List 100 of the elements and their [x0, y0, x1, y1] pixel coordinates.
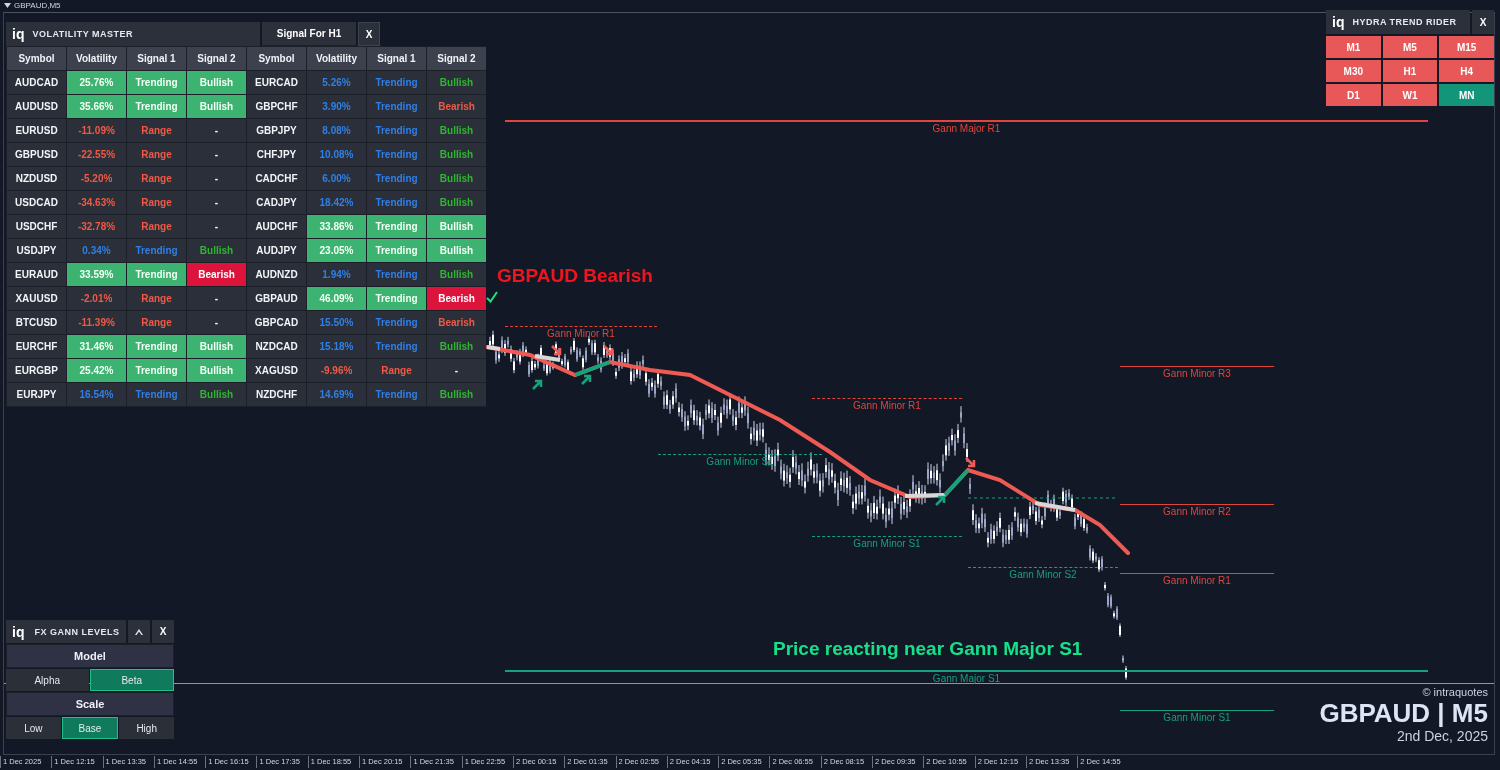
timeframe-button[interactable]: W1 — [1382, 84, 1438, 106]
table-cell: 46.09% — [307, 287, 366, 310]
table-cell: AUDCHF — [247, 215, 306, 238]
close-button[interactable]: X — [1472, 10, 1494, 34]
table-cell: Bullish — [427, 383, 486, 406]
table-cell: Bullish — [427, 71, 486, 94]
table-cell: - — [187, 143, 246, 166]
timeframe-button[interactable]: D1 — [1326, 84, 1381, 106]
table-cell: Range — [367, 359, 426, 382]
check-icon — [486, 291, 498, 303]
column-header: Symbol — [7, 47, 66, 70]
table-cell: -11.39% — [67, 311, 126, 334]
table-cell: 18.42% — [307, 191, 366, 214]
option-button[interactable]: Low — [6, 717, 61, 739]
level-label: Gann Major S1 — [932, 673, 1001, 684]
option-button[interactable]: High — [119, 717, 174, 739]
chart-annotation: GBPAUD Bearish — [497, 265, 653, 287]
table-cell: CHFJPY — [247, 143, 306, 166]
table-cell: AUDJPY — [247, 239, 306, 262]
column-header: Symbol — [247, 47, 306, 70]
table-cell: Range — [127, 119, 186, 142]
table-cell: Bullish — [427, 119, 486, 142]
level-label: Gann Minor S1 — [706, 456, 774, 467]
table-cell: USDJPY — [7, 239, 66, 262]
table-cell: -22.55% — [67, 143, 126, 166]
table-cell: 25.76% — [67, 71, 126, 94]
option-button[interactable]: Alpha — [6, 669, 89, 691]
table-cell: 8.08% — [307, 119, 366, 142]
timeframe-button[interactable]: M5 — [1382, 36, 1438, 58]
table-cell: NZDUSD — [7, 167, 66, 190]
table-cell: - — [187, 167, 246, 190]
table-cell: Trending — [367, 335, 426, 358]
caret-icon — [135, 628, 143, 635]
option-button[interactable]: Beta — [89, 669, 174, 691]
table-cell: Trending — [367, 71, 426, 94]
level-label: Gann Minor R1 — [853, 400, 921, 411]
table-cell: Bearish — [187, 263, 246, 286]
table-cell: GBPJPY — [247, 119, 306, 142]
close-button[interactable]: X — [358, 22, 380, 46]
table-cell: 15.18% — [307, 335, 366, 358]
table-cell: GBPUSD — [7, 143, 66, 166]
table-cell: -34.63% — [67, 191, 126, 214]
table-cell: Trending — [367, 167, 426, 190]
table-cell: -9.96% — [307, 359, 366, 382]
table-cell: 6.00% — [307, 167, 366, 190]
table-cell: Trending — [367, 119, 426, 142]
collapse-button[interactable] — [128, 620, 150, 643]
table-cell: GBPCAD — [247, 311, 306, 334]
timeframe-button[interactable]: M15 — [1439, 36, 1494, 58]
table-cell: 31.46% — [67, 335, 126, 358]
panel-title: HYDRA TREND RIDER — [1352, 17, 1457, 27]
table-cell: Bearish — [427, 311, 486, 334]
table-cell: CADCHF — [247, 167, 306, 190]
table-cell: 0.34% — [67, 239, 126, 262]
timeframe-button[interactable]: M30 — [1326, 60, 1381, 82]
table-cell: - — [187, 215, 246, 238]
table-cell: Trending — [127, 239, 186, 262]
close-button[interactable]: X — [152, 620, 174, 643]
timeframe-button[interactable]: MN — [1439, 84, 1494, 106]
logo: iq — [12, 26, 25, 42]
table-cell: Bullish — [187, 335, 246, 358]
timeframe-tab[interactable]: Signal For H1 — [262, 22, 356, 46]
table-cell: Range — [127, 167, 186, 190]
table-cell: 3.90% — [307, 95, 366, 118]
table-cell: Bullish — [187, 359, 246, 382]
dropdown-icon[interactable] — [4, 3, 11, 8]
table-cell: Bullish — [427, 215, 486, 238]
table-cell: Bullish — [427, 335, 486, 358]
table-cell: Trending — [367, 191, 426, 214]
column-header: Volatility — [67, 47, 126, 70]
table-cell: EURGBP — [7, 359, 66, 382]
table-cell: Trending — [367, 95, 426, 118]
table-cell: Bullish — [427, 167, 486, 190]
table-cell: Range — [127, 191, 186, 214]
table-cell: Trending — [127, 71, 186, 94]
option-button[interactable]: Base — [61, 717, 119, 739]
table-cell: BTCUSD — [7, 311, 66, 334]
level-label: Gann Minor S1 — [853, 538, 921, 549]
table-cell: AUDCAD — [7, 71, 66, 94]
table-cell: EURAUD — [7, 263, 66, 286]
table-cell: Trending — [127, 383, 186, 406]
table-cell: - — [187, 311, 246, 334]
table-cell: -11.09% — [67, 119, 126, 142]
level-label: Gann Minor R1 — [547, 328, 615, 339]
timeframe-button[interactable]: M1 — [1326, 36, 1381, 58]
table-cell: Range — [127, 287, 186, 310]
section-header: Scale — [6, 692, 174, 716]
table-cell: Trending — [127, 359, 186, 382]
timeframe-button[interactable]: H1 — [1382, 60, 1438, 82]
table-cell: Trending — [367, 383, 426, 406]
table-cell: Bullish — [187, 95, 246, 118]
table-cell: -32.78% — [67, 215, 126, 238]
table-cell: Range — [127, 215, 186, 238]
table-cell: 35.66% — [67, 95, 126, 118]
table-cell: - — [187, 287, 246, 310]
table-cell: NZDCHF — [247, 383, 306, 406]
level-label: Gann Minor R3 — [1163, 368, 1231, 379]
date-text: 2nd Dec, 2025 — [1396, 728, 1488, 744]
timeframe-button[interactable]: H4 — [1439, 60, 1494, 82]
table-cell: 14.69% — [307, 383, 366, 406]
